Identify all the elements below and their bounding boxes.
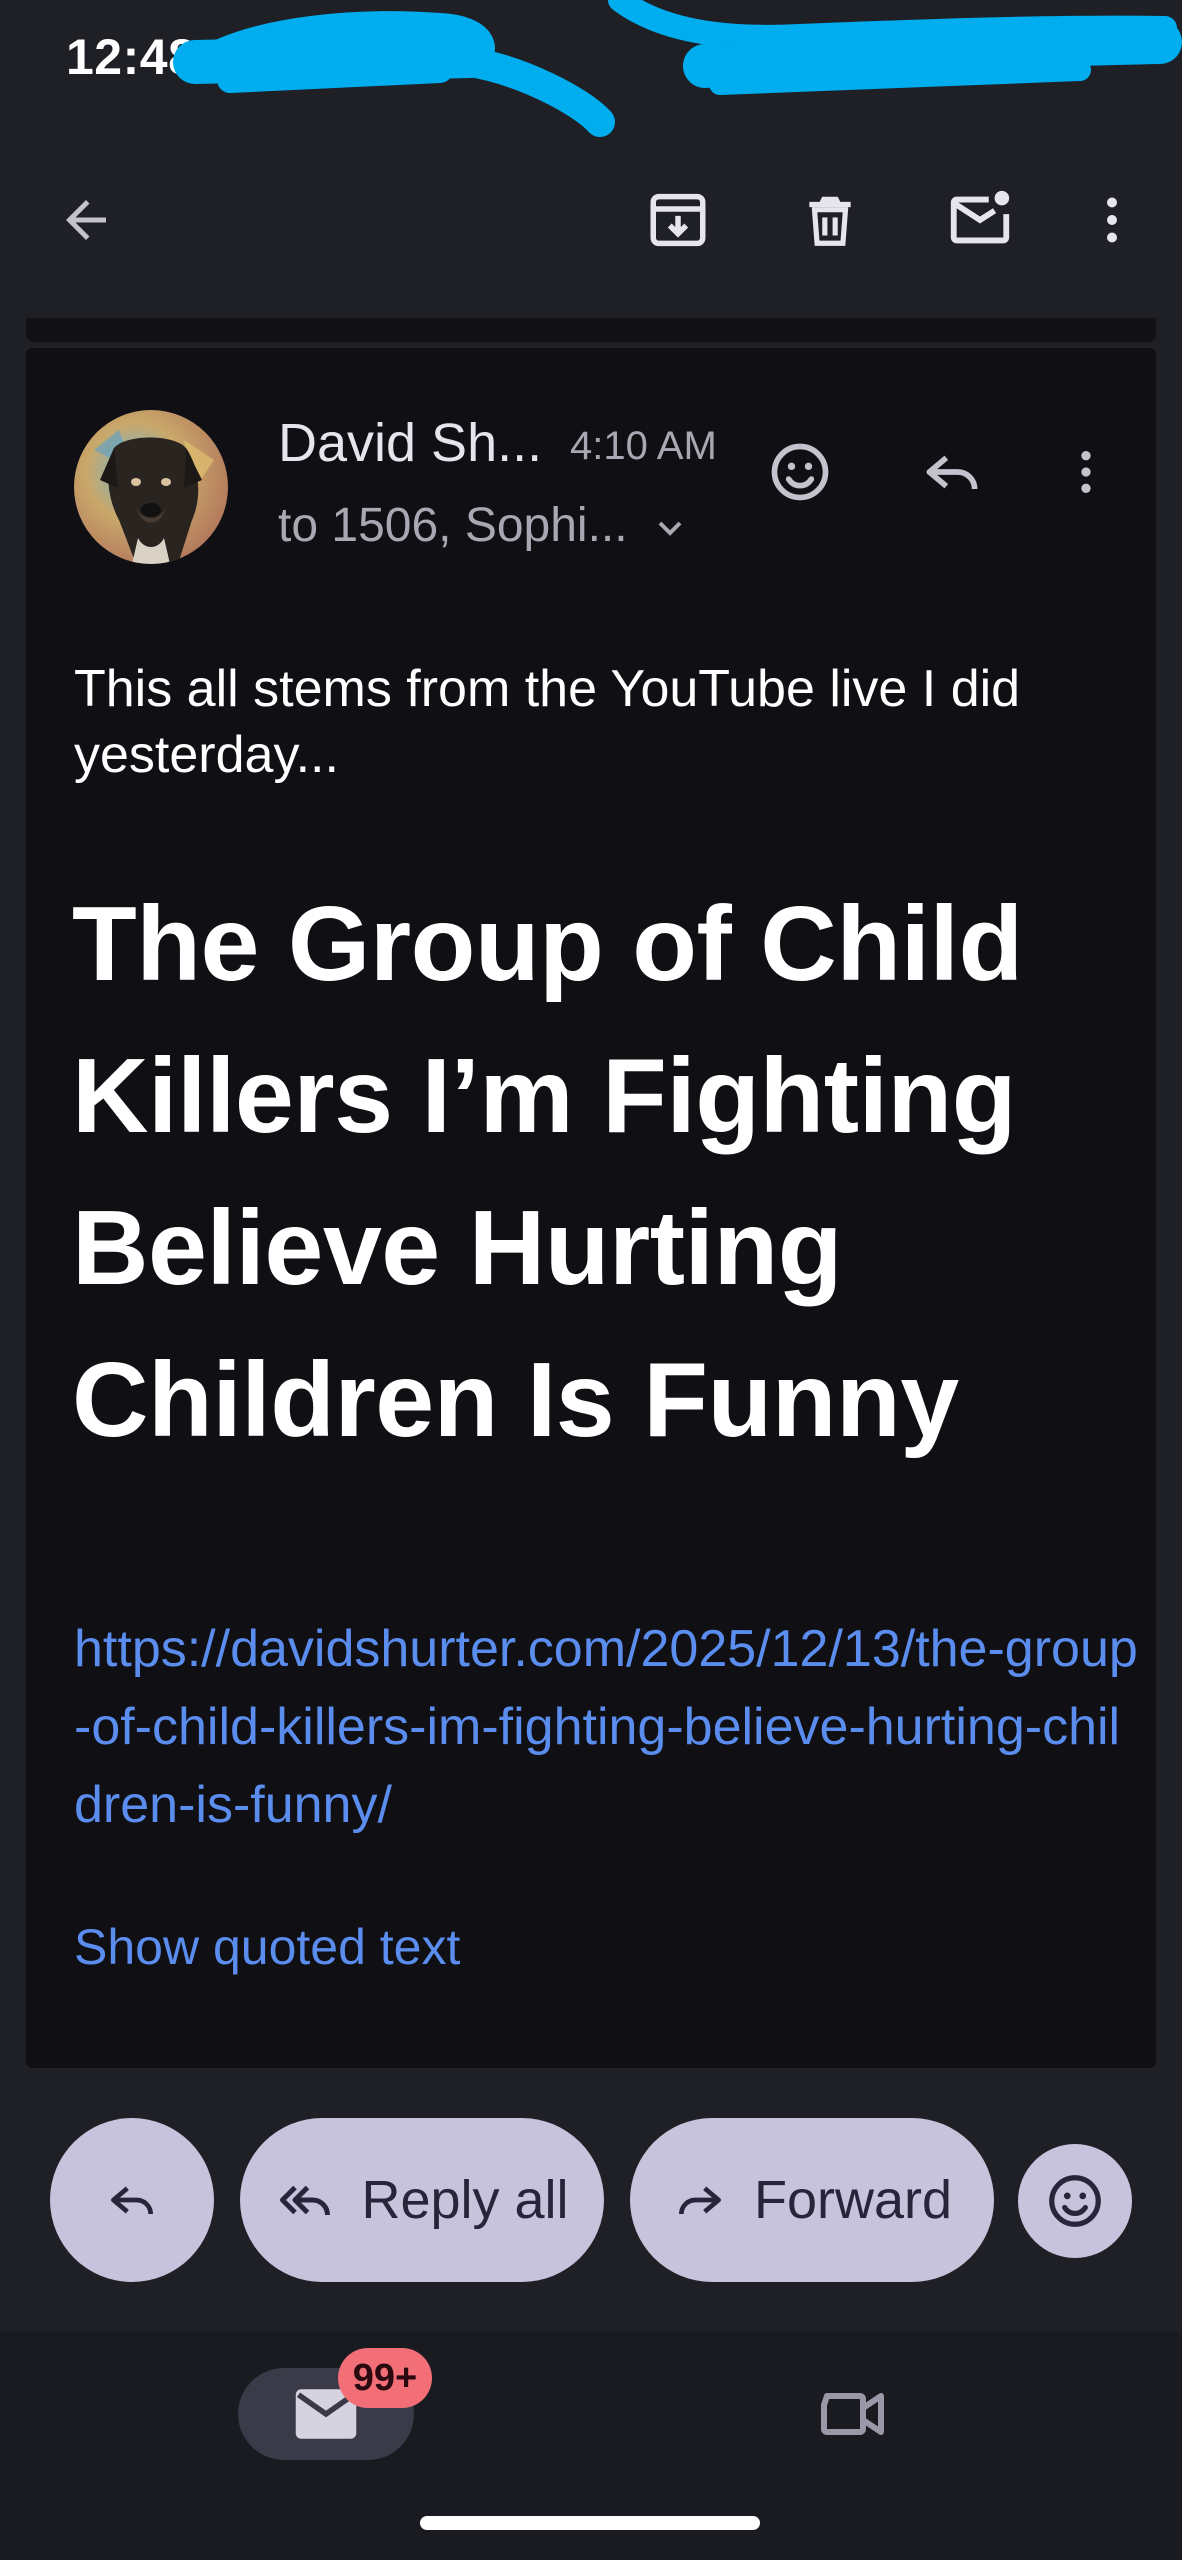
home-indicator[interactable] <box>420 2516 760 2530</box>
message-more-button[interactable] <box>1046 432 1126 512</box>
article-link[interactable]: https://davidshurter.com/2025/12/13/the-… <box>74 1610 1144 1844</box>
forward-label: Forward <box>753 2170 953 2230</box>
message-time: 4:10 AM <box>570 424 717 468</box>
nav-meet-tab[interactable] <box>808 2368 900 2460</box>
back-button[interactable] <box>46 180 126 260</box>
dog-photo-avatar <box>74 410 228 564</box>
forward-icon <box>678 2186 721 2215</box>
redaction-scribble <box>173 0 1182 137</box>
gmail-message-screen: 12:48 David Sh... 4:10 AM to 1506, Sophi… <box>0 0 1182 2560</box>
react-button[interactable] <box>1018 2144 1132 2258</box>
sender-avatar[interactable] <box>74 410 228 564</box>
show-quoted-text-link[interactable]: Show quoted text <box>74 1918 460 1976</box>
add-reaction-button[interactable] <box>760 432 840 512</box>
reply-icon <box>111 2186 153 2215</box>
forward-button[interactable]: Forward <box>630 2118 994 2282</box>
delete-icon <box>809 196 851 246</box>
more-vert-icon <box>1107 197 1117 243</box>
mark-unread-icon <box>950 190 1010 244</box>
previous-message-edge[interactable] <box>26 318 1156 342</box>
reply-all-button[interactable]: Reply all <box>240 2118 604 2282</box>
emoji-icon <box>1049 2175 1101 2227</box>
chevron-down-icon <box>658 521 682 536</box>
mark-unread-button[interactable] <box>940 180 1020 260</box>
emoji-icon <box>771 443 829 501</box>
message-card: David Sh... 4:10 AM to 1506, Sophi... Th… <box>26 348 1156 2068</box>
recipients-toggle[interactable]: to 1506, Sophi... <box>278 498 690 553</box>
message-actions: Reply all Forward <box>0 2118 1182 2284</box>
sender-name[interactable]: David Sh... <box>278 412 542 474</box>
archive-icon <box>650 193 706 247</box>
bottom-navigation: 99+ <box>0 2332 1182 2560</box>
top-app-bar <box>0 150 1182 285</box>
more-options-button[interactable] <box>1072 180 1152 260</box>
reply-button[interactable] <box>912 432 992 512</box>
reply-pill-button[interactable] <box>50 2118 214 2282</box>
reply-all-label: Reply all <box>361 2170 569 2230</box>
archive-button[interactable] <box>638 180 718 260</box>
arrow-back-icon <box>66 200 106 240</box>
message-intro-text: This all stems from the YouTube live I d… <box>74 660 1021 784</box>
video-camera-icon <box>821 2393 884 2435</box>
more-vert-icon <box>1081 451 1091 493</box>
reply-icon <box>926 455 978 490</box>
reply-all-icon <box>280 2185 331 2216</box>
message-headline: The Group of Child Killers I’m Fighting … <box>72 885 1023 1459</box>
recipients-text: to 1506, Sophi... <box>278 499 628 552</box>
delete-button[interactable] <box>790 180 870 260</box>
unread-count-badge: 99+ <box>338 2348 432 2408</box>
status-bar: 12:48 <box>0 0 1182 137</box>
